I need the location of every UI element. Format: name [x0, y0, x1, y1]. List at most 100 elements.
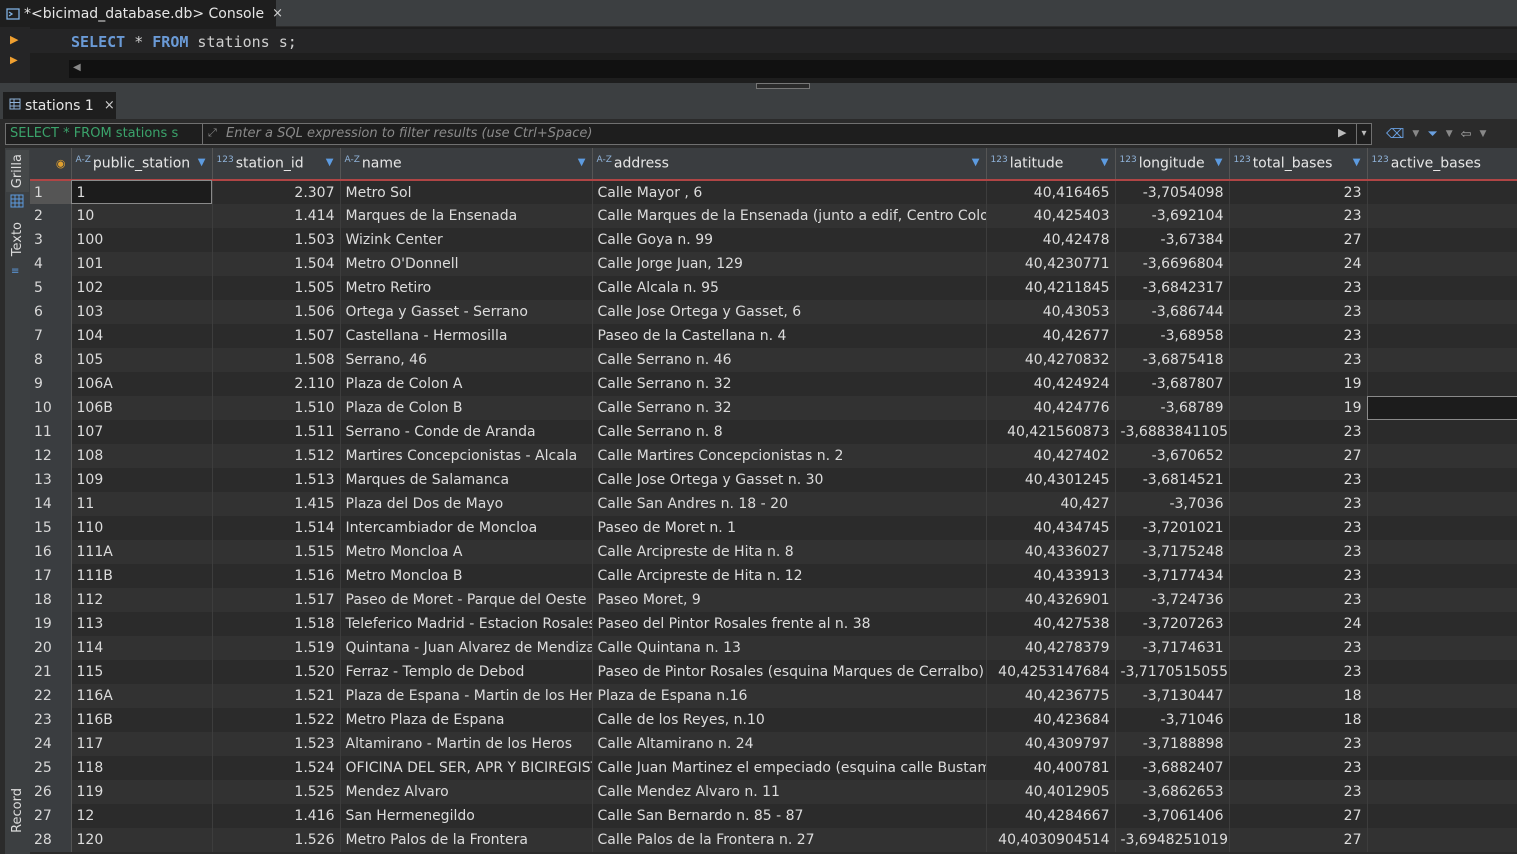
- cell-station-id[interactable]: 1.506: [212, 300, 341, 324]
- cell-longitude[interactable]: -3,7177434: [1115, 564, 1230, 588]
- cell-name[interactable]: Quintana - Juan Alvarez de Mendizabal: [340, 636, 593, 660]
- cell-name[interactable]: Plaza de Colon A: [340, 372, 593, 396]
- table-row[interactable]: 26 119 1.525 Mendez Alvaro Calle Mendez Alva…: [30, 780, 1517, 804]
- table-row[interactable]: 22 116A 1.521 Plaza de Espana - Martin de l…: [30, 684, 1517, 708]
- cell-public-station[interactable]: 109: [71, 468, 213, 492]
- table-row[interactable]: 27 12 1.416 San Hermenegildo Calle San Berna…: [30, 804, 1517, 828]
- cell-total-bases[interactable]: 23: [1229, 660, 1368, 684]
- cell-latitude[interactable]: 40,4278379: [986, 636, 1116, 660]
- cell-active-bases[interactable]: 32: [1367, 756, 1517, 780]
- cell-address[interactable]: Calle Serrano n. 32: [592, 372, 987, 396]
- filter-query-text[interactable]: SELECT * FROM stations s: [10, 126, 200, 141]
- row-number[interactable]: 22: [30, 684, 72, 708]
- cell-longitude[interactable]: -3,6948251019: [1115, 828, 1230, 852]
- cell-name[interactable]: Plaza del Dos de Mayo: [340, 492, 593, 516]
- filter-history-dropdown[interactable]: ▾: [1356, 124, 1371, 144]
- cell-longitude[interactable]: -3,7188898: [1115, 732, 1230, 756]
- cell-address[interactable]: Calle Serrano n. 46: [592, 348, 987, 372]
- cell-longitude[interactable]: -3,6696804: [1115, 252, 1230, 276]
- cell-public-station[interactable]: 100: [71, 228, 213, 252]
- table-row[interactable]: 21 115 1.520 Ferraz - Templo de Debod Paseo …: [30, 660, 1517, 684]
- cell-total-bases[interactable]: 23: [1229, 516, 1368, 540]
- table-row[interactable]: 23 116B 1.522 Metro Plaza de Espana Calle de…: [30, 708, 1517, 732]
- cell-active-bases[interactable]: 26: [1367, 612, 1517, 636]
- cell-name[interactable]: Plaza de Espana - Martin de los Heros: [340, 684, 593, 708]
- splitter-handle[interactable]: [756, 83, 810, 89]
- cell-name[interactable]: Martires Concepcionistas - Alcala: [340, 444, 593, 468]
- cell-active-bases[interactable]: 23: [1367, 588, 1517, 612]
- cell-latitude[interactable]: 40,4336027: [986, 540, 1116, 564]
- cell-active-bases[interactable]: 25: [1367, 324, 1517, 348]
- cell-public-station[interactable]: 106B: [71, 396, 213, 420]
- cell-address[interactable]: Paseo de la Castellana n. 4: [592, 324, 987, 348]
- cell-latitude[interactable]: 40,423684: [986, 708, 1116, 732]
- text-view-button[interactable]: Texto: [6, 218, 29, 264]
- cell-total-bases[interactable]: 23: [1229, 636, 1368, 660]
- row-number[interactable]: 10: [30, 396, 72, 420]
- cell-address[interactable]: Plaza de Espana n.16: [592, 684, 987, 708]
- cell-total-bases[interactable]: 23: [1229, 540, 1368, 564]
- sort-dropdown-icon[interactable]: ▼: [972, 157, 980, 168]
- cell-longitude[interactable]: -3,68958: [1115, 324, 1230, 348]
- table-row[interactable]: 14 11 1.415 Plaza del Dos de Mayo Calle San …: [30, 492, 1517, 516]
- cell-active-bases[interactable]: 27: [1367, 348, 1517, 372]
- cell-total-bases[interactable]: 23: [1229, 468, 1368, 492]
- cell-active-bases[interactable]: 23: [1367, 180, 1517, 204]
- table-row[interactable]: 7 104 1.507 Castellana - Hermosilla Paseo de…: [30, 324, 1517, 348]
- column-header-name[interactable]: A-Z name ▼: [340, 148, 593, 181]
- cell-active-bases[interactable]: 25: [1367, 636, 1517, 660]
- row-number[interactable]: 26: [30, 780, 72, 804]
- cell-longitude[interactable]: -3,7207263: [1115, 612, 1230, 636]
- cell-address[interactable]: Calle de los Reyes, n.10: [592, 708, 987, 732]
- cell-total-bases[interactable]: 23: [1229, 276, 1368, 300]
- cell-latitude[interactable]: 40,421560873: [986, 420, 1116, 444]
- cell-station-id[interactable]: 1.526: [212, 828, 341, 852]
- cell-latitude[interactable]: 40,4301245: [986, 468, 1116, 492]
- cell-station-id[interactable]: 1.507: [212, 324, 341, 348]
- row-number[interactable]: 23: [30, 708, 72, 732]
- table-row[interactable]: 3 100 1.503 Wizink Center Calle Goya n. 99 40…: [30, 228, 1517, 252]
- eraser-icon[interactable]: ⌫: [1386, 127, 1404, 142]
- cell-address[interactable]: Calle Serrano n. 32: [592, 396, 987, 420]
- cell-longitude[interactable]: -3,7130447: [1115, 684, 1230, 708]
- row-number[interactable]: 18: [30, 588, 72, 612]
- cell-total-bases[interactable]: 23: [1229, 420, 1368, 444]
- cell-active-bases[interactable]: 29: [1367, 420, 1517, 444]
- cell-active-bases[interactable]: 25: [1367, 780, 1517, 804]
- cell-station-id[interactable]: 2.110: [212, 372, 341, 396]
- cell-total-bases[interactable]: 24: [1229, 612, 1368, 636]
- table-row[interactable]: 24 117 1.523 Altamirano - Martin de los Her…: [30, 732, 1517, 756]
- cell-station-id[interactable]: 1.503: [212, 228, 341, 252]
- cell-public-station[interactable]: 119: [71, 780, 213, 804]
- row-number[interactable]: 7: [30, 324, 72, 348]
- cell-public-station[interactable]: 107: [71, 420, 213, 444]
- cell-address[interactable]: Calle Altamirano n. 24: [592, 732, 987, 756]
- cell-latitude[interactable]: 40,4012905: [986, 780, 1116, 804]
- table-row[interactable]: 11 107 1.511 Serrano - Conde de Aranda Calle…: [30, 420, 1517, 444]
- cell-latitude[interactable]: 40,427: [986, 492, 1116, 516]
- cell-latitude[interactable]: 40,4030904514: [986, 828, 1116, 852]
- chevron-down-icon[interactable]: ▼: [1412, 129, 1419, 139]
- row-number[interactable]: 3: [30, 228, 72, 252]
- cell-public-station[interactable]: 115: [71, 660, 213, 684]
- cell-name[interactable]: Metro Plaza de Espana: [340, 708, 593, 732]
- cell-name[interactable]: Marques de Salamanca: [340, 468, 593, 492]
- cell-active-bases[interactable]: 28: [1367, 468, 1517, 492]
- cell-latitude[interactable]: 40,434745: [986, 516, 1116, 540]
- cell-public-station[interactable]: 101: [71, 252, 213, 276]
- cell-station-id[interactable]: 1.510: [212, 396, 341, 420]
- column-header-public-station[interactable]: A-Z public_station ▼: [71, 148, 213, 181]
- table-row[interactable]: 1 1 2.307 Metro Sol Calle Mayor , 6 40,416465…: [30, 180, 1517, 204]
- cell-public-station[interactable]: 111B: [71, 564, 213, 588]
- row-number[interactable]: 8: [30, 348, 72, 372]
- cell-total-bases[interactable]: 18: [1229, 684, 1368, 708]
- cell-station-id[interactable]: 1.523: [212, 732, 341, 756]
- cell-station-id[interactable]: 1.414: [212, 204, 341, 228]
- cell-latitude[interactable]: 40,4284667: [986, 804, 1116, 828]
- cell-total-bases[interactable]: 23: [1229, 204, 1368, 228]
- cell-latitude[interactable]: 40,416465: [986, 180, 1116, 204]
- cell-total-bases[interactable]: 23: [1229, 180, 1368, 204]
- cell-active-bases[interactable]: 19: [1367, 372, 1517, 396]
- cell-name[interactable]: Metro Moncloa B: [340, 564, 593, 588]
- cell-active-bases[interactable]: 30: [1367, 300, 1517, 324]
